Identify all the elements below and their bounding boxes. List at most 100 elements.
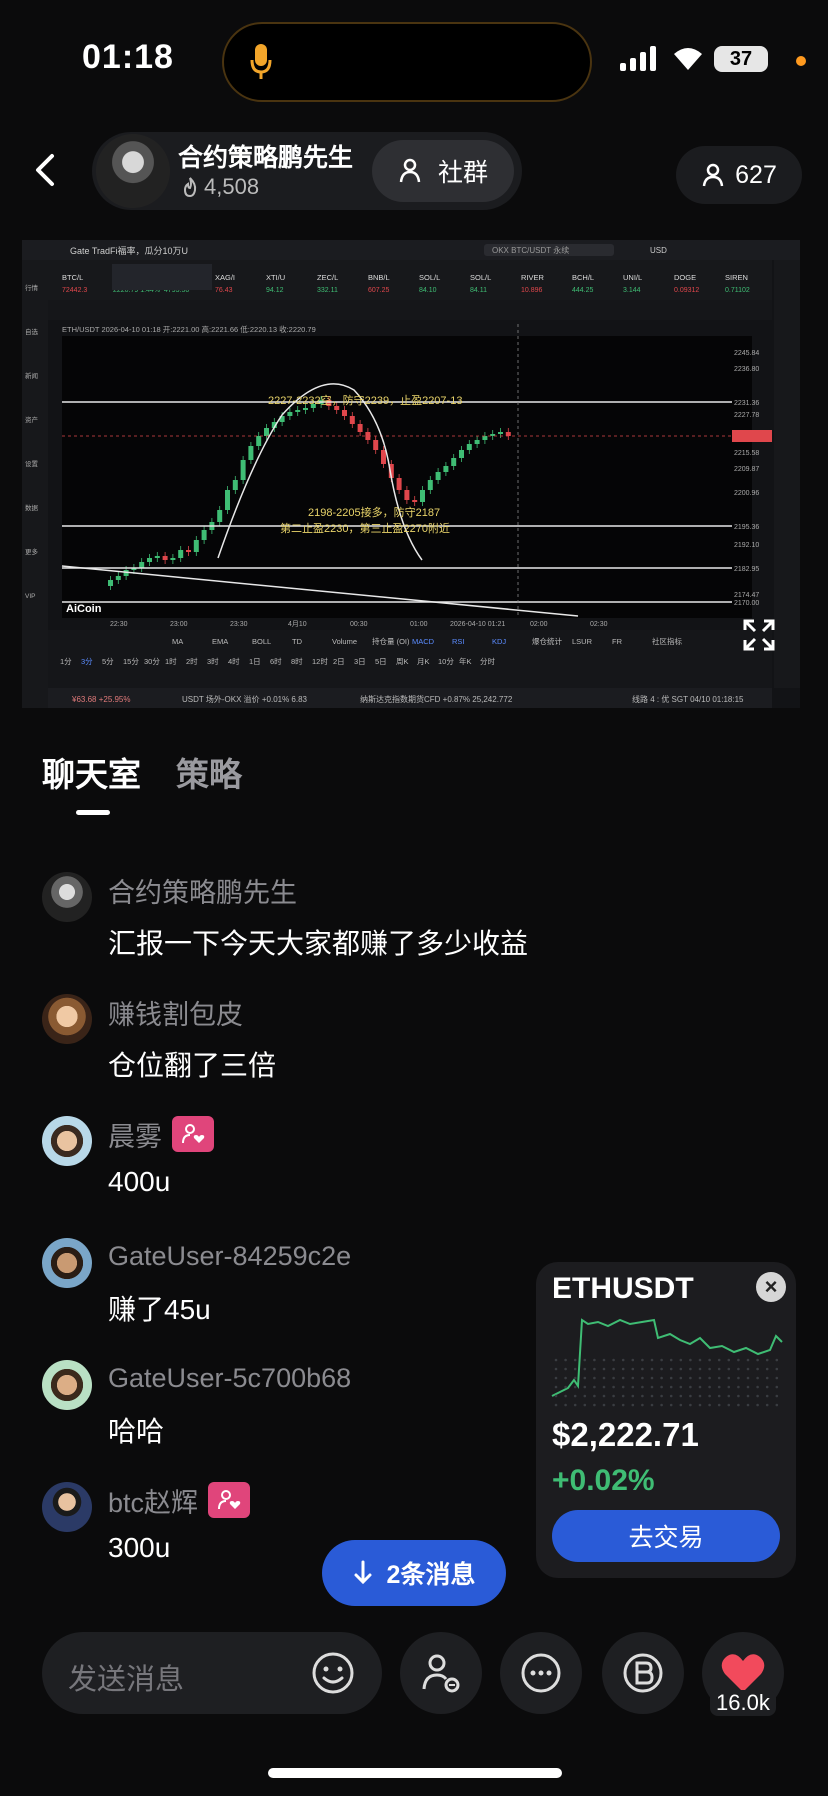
avatar[interactable] <box>42 1238 92 1288</box>
video-interval: 2时 <box>186 656 198 666</box>
sparkline-dot <box>602 1358 606 1362</box>
sparkline-dot <box>727 1358 731 1362</box>
sparkline-dot <box>765 1376 769 1380</box>
video-ticker-price: 0.71102 <box>725 287 750 294</box>
message-text: 哈哈 <box>108 1416 165 1447</box>
chart-search: OKX BTC/USDT 永续 <box>492 245 569 255</box>
community-button[interactable]: 社群 <box>372 140 514 202</box>
sparkline-dot <box>698 1394 702 1398</box>
video-ticker-name: XTI/U <box>266 273 285 282</box>
sparkline-dot <box>756 1367 759 1371</box>
video-indicator: TD <box>292 637 303 646</box>
sparkline-dot <box>679 1385 683 1389</box>
emoji-icon[interactable] <box>310 1650 356 1701</box>
sparkline-dot <box>641 1367 644 1371</box>
sparkline-dot <box>631 1367 635 1371</box>
fullscreen-icon[interactable] <box>742 618 776 652</box>
vip-badge-icon <box>172 1116 214 1152</box>
sparkline-dot <box>679 1358 683 1362</box>
sparkline-dot <box>775 1367 779 1371</box>
message-text: 仓位翻了三倍 <box>108 1050 277 1081</box>
bitcoin-tip-button[interactable] <box>602 1632 684 1714</box>
tab-strategy[interactable]: 策略 <box>176 748 242 796</box>
video-ticker-price: 607.25 <box>368 287 390 294</box>
sparkline-dot <box>660 1376 663 1380</box>
video-time-label: 23:00 <box>170 621 188 628</box>
message-text: 400u <box>108 1166 171 1197</box>
video-candle <box>225 490 230 510</box>
video-time-label: 23:30 <box>230 621 248 628</box>
sparkline-dot <box>650 1394 654 1398</box>
sparkline-dot <box>737 1376 740 1380</box>
video-price-label: 2209.87 <box>734 466 759 473</box>
back-button[interactable] <box>30 150 60 195</box>
close-icon[interactable]: × <box>756 1272 786 1302</box>
avatar[interactable] <box>42 872 92 922</box>
live-stream-video[interactable]: Gate TradFi福率，瓜分10万U OKX BTC/USDT 永续 USD… <box>22 240 800 708</box>
tab-chat[interactable]: 聊天室 <box>42 748 141 796</box>
video-candle <box>240 460 246 480</box>
sparkline-dot <box>583 1376 587 1380</box>
sparkline-dot <box>583 1358 587 1362</box>
video-indicator: KDJ <box>492 637 506 646</box>
video-ticker-price: 444.25 <box>572 287 594 294</box>
video-ticker-name: SOL/L <box>419 273 440 282</box>
sparkline-dot <box>564 1367 567 1371</box>
host-avatar[interactable] <box>96 134 170 208</box>
video-sidebar-item: 数据 <box>25 503 39 512</box>
sparkline-dot <box>612 1367 615 1371</box>
sparkline-dot <box>564 1394 567 1398</box>
avatar[interactable] <box>42 994 92 1044</box>
video-ticker-name: DOGE <box>674 273 696 282</box>
video-candle <box>248 446 254 460</box>
sparkline-dot <box>660 1385 663 1389</box>
sparkline-dot <box>564 1385 567 1389</box>
list-item: GateUser-5c700b68 哈哈 <box>42 1360 351 1450</box>
sparkline-dot <box>717 1367 721 1371</box>
footer-mid2: 纳斯达克指数期货CFD +0.87% 25,242.772 <box>360 694 513 704</box>
avatar[interactable] <box>42 1482 92 1532</box>
sparkline-dot <box>689 1385 692 1389</box>
sparkline-dot <box>708 1376 711 1380</box>
sparkline-dot <box>746 1367 750 1371</box>
footer-mid: USDT 场外-OKX 溢价 +0.01% 6.83 <box>182 694 308 704</box>
message-text: 汇报一下今天大家都赚了多少收益 <box>108 928 529 959</box>
video-indicator: FR <box>612 637 623 646</box>
avatar[interactable] <box>42 1116 92 1166</box>
video-candle <box>498 432 503 434</box>
sparkline-dot <box>573 1394 577 1398</box>
sparkline-dot <box>554 1367 558 1371</box>
video-indicator: MACD <box>412 637 435 646</box>
trade-button[interactable]: 去交易 <box>552 1510 780 1562</box>
microphone-icon <box>250 42 272 87</box>
sparkline-dot <box>669 1376 673 1380</box>
sparkline-dot <box>708 1367 711 1371</box>
message-username: btc赵辉 <box>108 1482 251 1518</box>
follow-user-button[interactable] <box>400 1632 482 1714</box>
video-time-label: 22:30 <box>110 621 128 628</box>
sparkline-dot <box>717 1376 721 1380</box>
sparkline-dot <box>775 1394 779 1398</box>
video-interval: 年K <box>459 656 472 666</box>
sparkline-dot <box>708 1394 711 1398</box>
sparkline-dot <box>679 1376 683 1380</box>
message-username: 赚钱割包皮 <box>108 999 243 1030</box>
video-ticker-name: ZEC/L <box>317 273 338 282</box>
viewer-count-button[interactable]: 627 <box>676 146 802 204</box>
sparkline-dot <box>602 1394 606 1398</box>
sparkline-dot <box>583 1403 587 1407</box>
video-ticker-name: SIREN <box>725 273 748 282</box>
annotation-mid: 2198-2205接多，防守2187 <box>308 505 440 519</box>
more-button[interactable] <box>500 1632 582 1714</box>
sparkline-dot <box>573 1367 577 1371</box>
list-item: 合约策略鹏先生 汇报一下今天大家都赚了多少收益 <box>42 872 528 962</box>
new-messages-button[interactable]: 2条消息 <box>322 1540 506 1606</box>
sparkline-dot <box>717 1403 721 1407</box>
sparkline-dot <box>689 1394 692 1398</box>
list-item: 赚钱割包皮 仓位翻了三倍 <box>42 994 276 1084</box>
video-candle <box>474 440 480 444</box>
sparkline-dot <box>621 1367 625 1371</box>
sparkline-dot <box>621 1394 625 1398</box>
avatar[interactable] <box>42 1360 92 1410</box>
sparkline-dot <box>708 1358 711 1362</box>
